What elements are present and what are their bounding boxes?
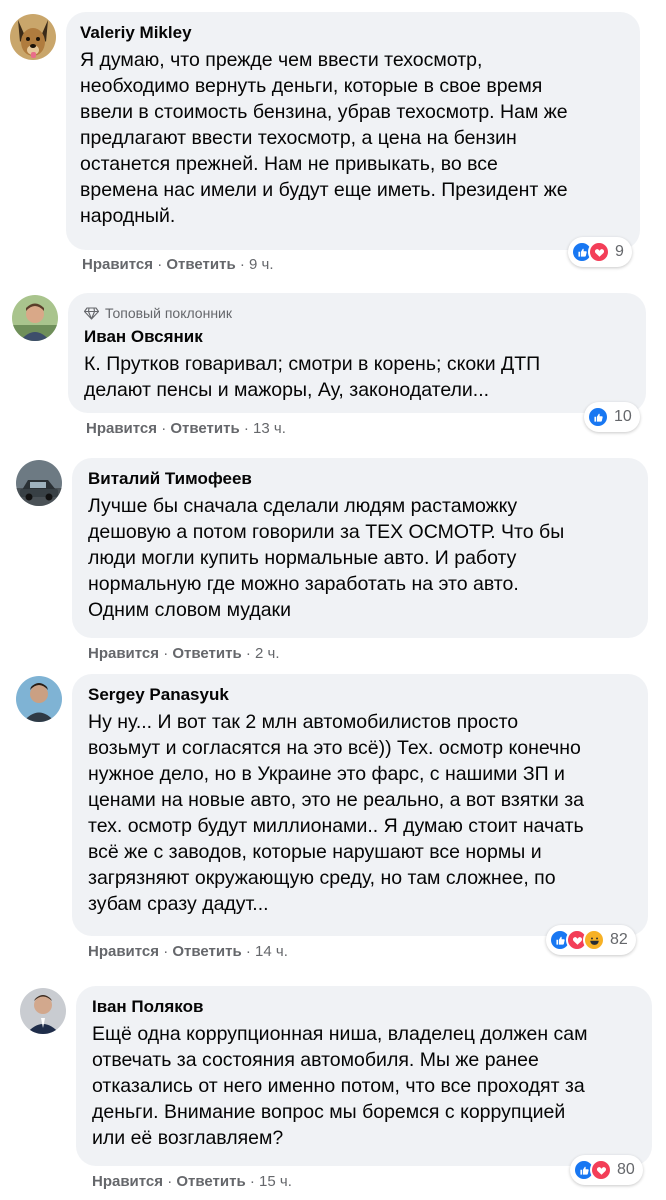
avatar[interactable]: [10, 14, 56, 60]
comment: Valeriy Mikley Я думаю, что прежде чем в…: [0, 0, 666, 285]
reply-button[interactable]: Ответить: [170, 420, 239, 437]
love-reaction-icon: [590, 1159, 612, 1181]
comment: Топовый поклонник Иван Овсяник К. Прутко…: [0, 285, 666, 450]
dog-avatar-image: [10, 14, 56, 60]
diamond-icon: [84, 306, 99, 320]
comment-time[interactable]: 9 ч.: [249, 256, 274, 273]
person-avatar-image: [12, 295, 58, 341]
avatar[interactable]: [16, 460, 62, 506]
separator-dot: ·: [249, 1173, 260, 1190]
reaction-count: 82: [610, 931, 628, 948]
reply-button[interactable]: Ответить: [166, 256, 235, 273]
author-name[interactable]: Іван Поляков: [92, 996, 636, 1018]
comment-bubble: Іван Поляков Ещё одна коррупционная ниша…: [76, 986, 652, 1166]
comment: Sergey Panasyuk Ну ну... И вот так 2 млн…: [0, 670, 666, 970]
like-button[interactable]: Нравится: [88, 943, 159, 960]
love-reaction-icon: [588, 241, 610, 263]
reactions-summary[interactable]: 10: [584, 402, 640, 432]
reply-button[interactable]: Ответить: [176, 1173, 245, 1190]
top-fan-badge: Топовый поклонник: [84, 304, 630, 322]
reactions-summary[interactable]: 80: [570, 1155, 643, 1185]
like-reaction-icon: [587, 406, 609, 428]
separator-dot: ·: [163, 645, 173, 662]
separator-dot: ·: [243, 420, 254, 437]
reactions-summary[interactable]: 9: [568, 237, 632, 267]
separator-dot: ·: [163, 943, 173, 960]
like-button[interactable]: Нравится: [88, 645, 159, 662]
comment-bubble: Виталий Тимофеев Лучше бы сначала сделал…: [72, 458, 648, 638]
comment-time[interactable]: 13 ч.: [253, 420, 286, 437]
comment-text: Ну ну... И вот так 2 млн автомобилистов …: [88, 711, 584, 915]
comment-actions: Нравится · Ответить · 15 ч.: [92, 1172, 292, 1192]
comment-text: Я думаю, что прежде чем ввести техосмотр…: [80, 49, 568, 227]
avatar[interactable]: [16, 676, 62, 722]
comment-text: Ещё одна коррупционная ниша, владелец до…: [92, 1023, 588, 1149]
reaction-count: 80: [617, 1161, 635, 1178]
comment-time[interactable]: 2 ч.: [255, 645, 280, 662]
comment-time[interactable]: 15 ч.: [259, 1173, 292, 1190]
avatar[interactable]: [12, 295, 58, 341]
comment-bubble: Топовый поклонник Иван Овсяник К. Прутко…: [68, 293, 646, 413]
comment: Іван Поляков Ещё одна коррупционная ниша…: [0, 970, 666, 1200]
comment-actions: Нравится · Ответить · 9 ч.: [82, 255, 274, 275]
reaction-count: 10: [614, 408, 632, 425]
like-button[interactable]: Нравится: [86, 420, 157, 437]
comment: Виталий Тимофеев Лучше бы сначала сделал…: [0, 450, 666, 670]
reply-button[interactable]: Ответить: [172, 943, 241, 960]
separator-dot: ·: [167, 1173, 177, 1190]
comment-actions: Нравится · Ответить · 2 ч.: [88, 644, 280, 664]
person-avatar-image: [20, 988, 66, 1034]
haha-reaction-icon: [583, 929, 605, 951]
reaction-count: 9: [615, 243, 624, 260]
comment-actions: Нравится · Ответить · 13 ч.: [86, 419, 286, 439]
like-button[interactable]: Нравится: [82, 256, 153, 273]
car-avatar-image: [16, 460, 62, 506]
like-button[interactable]: Нравится: [92, 1173, 163, 1190]
comment-text: Лучше бы сначала сделали людям растаможк…: [88, 495, 565, 621]
comment-actions: Нравится · Ответить · 14 ч.: [88, 942, 288, 962]
separator-dot: ·: [245, 645, 256, 662]
comment-time[interactable]: 14 ч.: [255, 943, 288, 960]
separator-dot: ·: [245, 943, 256, 960]
comment-bubble: Valeriy Mikley Я думаю, что прежде чем в…: [66, 12, 640, 250]
separator-dot: ·: [157, 256, 167, 273]
comment-text: К. Прутков говаривал; смотри в корень; с…: [84, 353, 541, 401]
author-name[interactable]: Valeriy Mikley: [80, 22, 626, 44]
reactions-summary[interactable]: 82: [546, 925, 636, 955]
avatar[interactable]: [20, 988, 66, 1034]
author-name[interactable]: Виталий Тимофеев: [88, 468, 632, 490]
badge-label: Топовый поклонник: [105, 305, 232, 321]
separator-dot: ·: [239, 256, 250, 273]
reply-button[interactable]: Ответить: [172, 645, 241, 662]
author-name[interactable]: Иван Овсяник: [84, 326, 630, 348]
comment-bubble: Sergey Panasyuk Ну ну... И вот так 2 млн…: [72, 674, 648, 936]
author-name[interactable]: Sergey Panasyuk: [88, 684, 632, 706]
person-avatar-image: [16, 676, 62, 722]
separator-dot: ·: [161, 420, 171, 437]
